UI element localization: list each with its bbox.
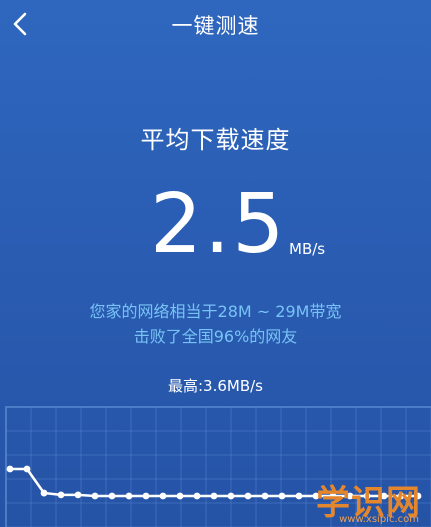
speed-data-point (159, 492, 167, 500)
bandwidth-comparison-text: 您家的网络相当于28M ~ 29M带宽 (89, 302, 342, 321)
speed-data-point (244, 492, 252, 500)
speed-data-point (210, 492, 218, 500)
average-download-speed-label: 平均下载速度 (140, 126, 291, 154)
speed-data-point (91, 492, 99, 500)
watermark-url: www.xsipic.com (339, 514, 419, 525)
page-title: 一键测速 (171, 14, 260, 38)
speed-data-point (193, 492, 201, 500)
speed-data-point (23, 465, 31, 473)
speed-data-point (40, 489, 48, 497)
speed-data-point (57, 491, 65, 499)
speed-readout: 2.5 MB/s (0, 180, 431, 270)
speed-data-point (6, 465, 14, 473)
speed-data-point (176, 492, 184, 500)
speed-data-point (227, 492, 235, 500)
header-bar: 一键测速 (0, 0, 431, 50)
speed-value: 2.5 (150, 177, 287, 272)
speed-data-point (108, 492, 116, 500)
speed-data-point (295, 492, 303, 500)
speed-unit: MB/s (289, 240, 326, 258)
ranking-text: 击败了全国96%的网友 (133, 327, 298, 346)
speed-data-point (125, 492, 133, 500)
max-speed-label: 最高:3.6MB/s (167, 377, 263, 395)
speed-data-point (261, 492, 269, 500)
speed-data-point (278, 492, 286, 500)
speed-data-point (142, 492, 150, 500)
watermark-logo: 学识网 www.xsipic.com (311, 475, 421, 525)
speed-data-point (74, 491, 82, 499)
